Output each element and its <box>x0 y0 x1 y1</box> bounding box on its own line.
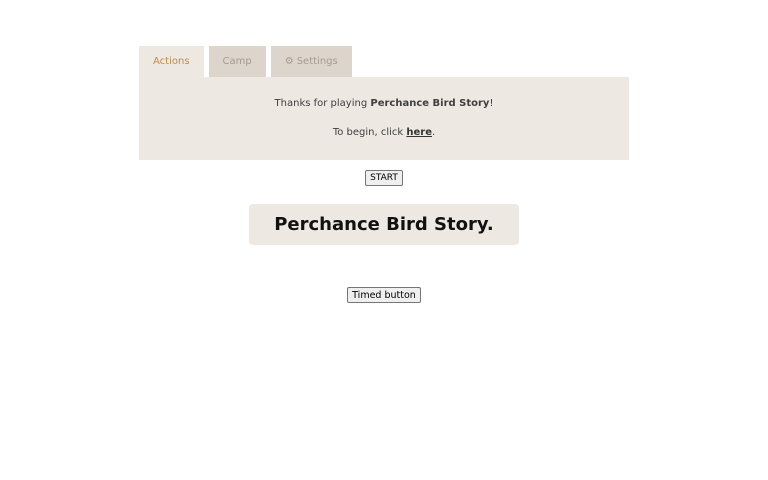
tab-actions[interactable]: Actions <box>139 46 204 77</box>
begin-link[interactable]: here <box>406 127 432 138</box>
tab-label: Settings <box>296 56 338 67</box>
tab-bar: Actions Camp ⚙ Settings <box>139 46 352 77</box>
tab-label: Actions <box>153 56 190 67</box>
tab-label: Camp <box>222 56 252 67</box>
page: Actions Camp ⚙ Settings Thanks for playin… <box>0 0 768 480</box>
actions-panel: Thanks for playing Perchance Bird Story!… <box>139 77 629 160</box>
begin-text: To begin, click here. <box>332 127 436 138</box>
gear-icon: ⚙ <box>284 56 294 67</box>
game-title: Perchance Bird Story. <box>249 204 519 245</box>
tab-settings[interactable]: ⚙ Settings <box>270 46 352 77</box>
timed-button[interactable]: Timed button <box>347 287 421 303</box>
tab-camp[interactable]: Camp <box>208 46 266 77</box>
intro-text: Thanks for playing Perchance Bird Story! <box>274 98 494 109</box>
start-button[interactable]: START <box>365 170 403 186</box>
game-name: Perchance Bird Story <box>370 98 490 109</box>
